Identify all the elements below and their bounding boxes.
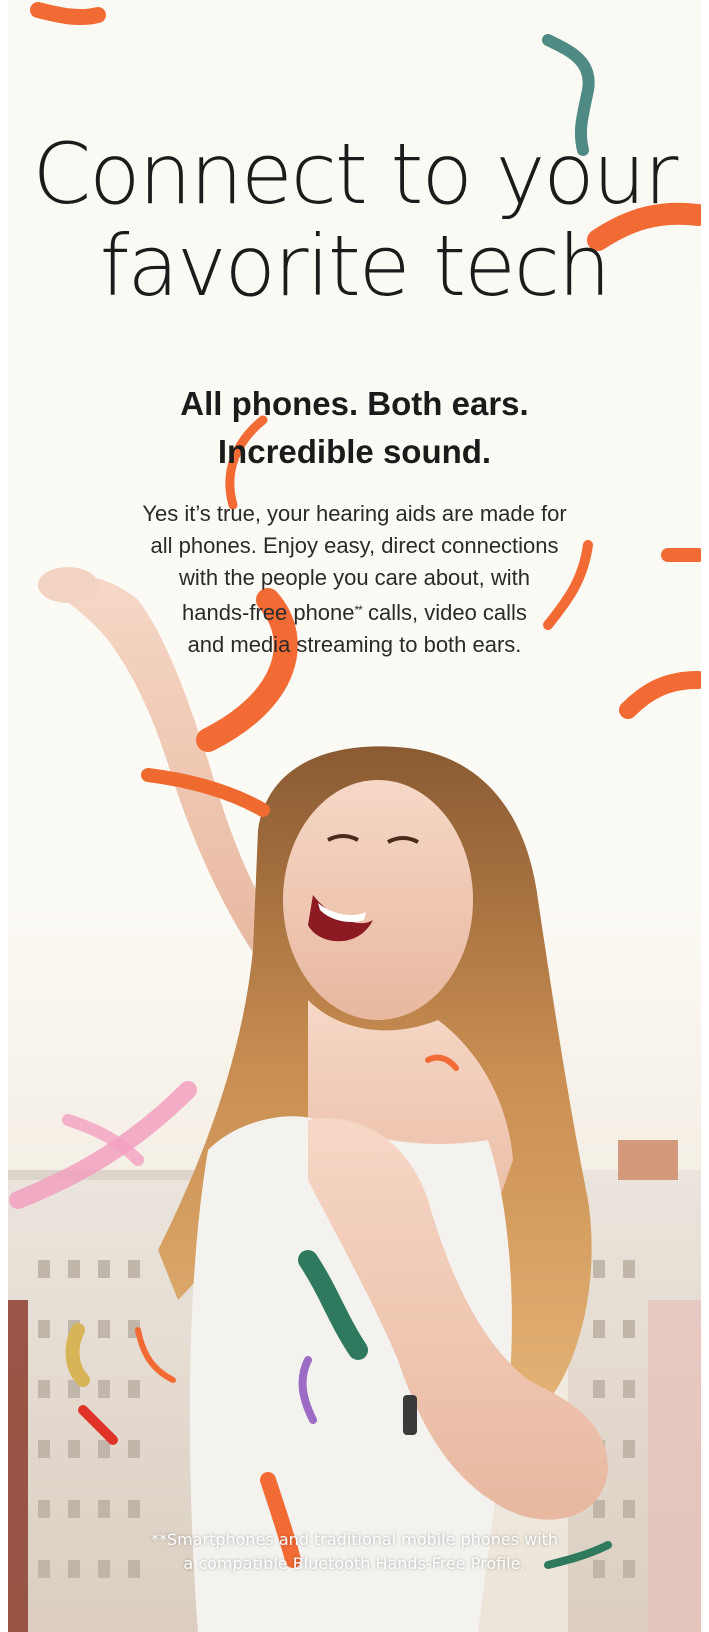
body-line: Yes it’s true, your hearing aids are mad… <box>142 501 567 526</box>
subheadline-line: Incredible sound. <box>217 433 492 470</box>
footnote-marker: ** <box>354 603 363 617</box>
body-text: calls, video calls <box>361 600 527 625</box>
promo-panel: Connect to your favorite tech All phones… <box>8 0 701 1632</box>
footnote-line: a compatible Bluetooth Hands-Free Profil… <box>183 1554 526 1573</box>
face <box>283 780 473 1020</box>
body-line: and media streaming to both ears. <box>187 632 522 657</box>
body-line: with the people you care about, with <box>178 565 530 590</box>
headline: Connect to your favorite tech <box>8 128 701 312</box>
footnote: **Smartphones and traditional mobile pho… <box>8 1528 701 1576</box>
body-copy: Yes it’s true, your hearing aids are mad… <box>8 498 701 661</box>
footnote-line: **Smartphones and traditional mobile pho… <box>150 1530 559 1549</box>
body-text: hands-free phone <box>182 600 355 625</box>
headline-line: Connect to your <box>32 125 679 223</box>
subheadline: All phones. Both ears. Incredible sound. <box>8 380 701 476</box>
headline-line: favorite tech <box>99 217 611 315</box>
body-line: hands-free phone** calls, video calls <box>8 594 701 629</box>
body-line: all phones. Enjoy easy, direct connectio… <box>150 533 559 558</box>
subheadline-line: All phones. Both ears. <box>180 385 529 422</box>
